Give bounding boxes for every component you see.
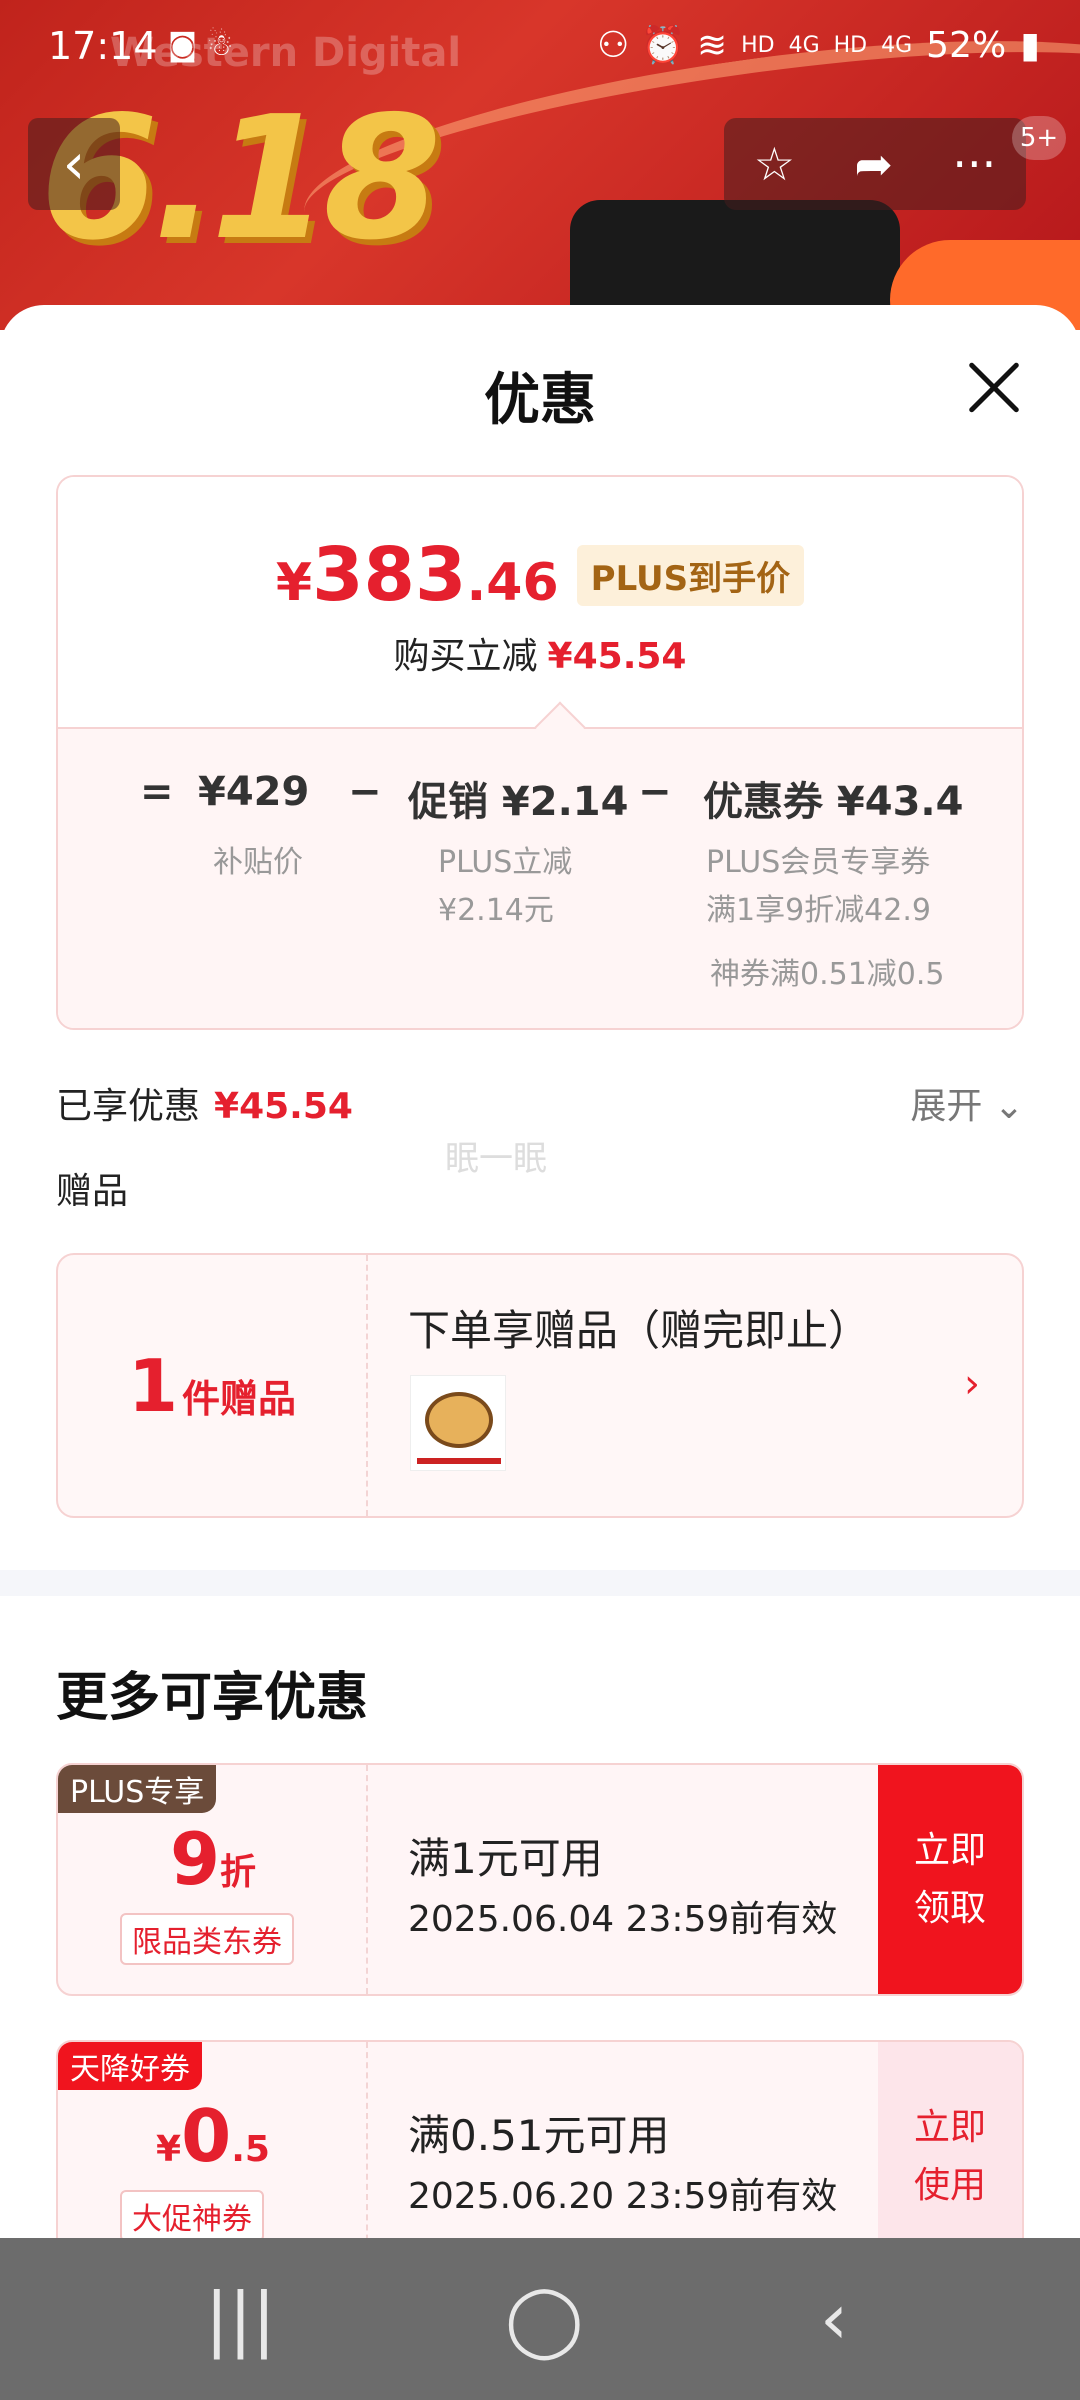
enjoyed-discount-row: 已享优惠 ¥45.54 [56, 1077, 353, 1129]
coupon-tag: PLUS专享 [58, 1765, 217, 1813]
header-actions: ☆ ➦ ··· [724, 118, 1026, 210]
favorite-star-icon[interactable]: ☆ [754, 137, 795, 191]
gift-count: 1 件赠品 [58, 1255, 368, 1516]
coupon-card: PLUS专享 9折 限品类东券 满1元可用 2025.06.04 23:59前有… [56, 1763, 1024, 1996]
minus-sign: − [348, 769, 382, 815]
price-summary: ¥383.46 PLUS到手价 购买立减 ¥45.54 [58, 477, 1022, 727]
price-breakdown-card: ¥383.46 PLUS到手价 购买立减 ¥45.54 = ¥429 − 促销 ¥… [56, 475, 1024, 1030]
gift-title: 下单享赠品（赠完即止） [408, 1306, 871, 1355]
promo-label: PLUS立减 [438, 845, 573, 880]
saving-label: 购买立减 [393, 636, 538, 677]
system-nav-bar: ||| ◯ ‹ [0, 2238, 1080, 2400]
gift-count-label: 件赠品 [182, 1377, 297, 1421]
more-offers-title: 更多可享优惠 [56, 1668, 369, 1728]
enjoyed-label: 已享优惠 [56, 1086, 201, 1127]
recents-icon[interactable]: ||| [205, 2278, 276, 2360]
enjoyed-value: ¥45.54 [214, 1086, 353, 1127]
coupon-scope: 限品类东券 [120, 1913, 294, 1965]
price-currency: ¥ [275, 553, 313, 613]
coupon-value-big: 9 [169, 1817, 221, 1901]
claim-coupon-button[interactable]: 立即 领取 [878, 1765, 1022, 1994]
price-integer: 383 [312, 532, 467, 618]
total-saving-row: 购买立减 ¥45.54 [58, 627, 1022, 679]
button-line-1: 立即 [913, 2106, 986, 2148]
status-bar: 17:14 ◙ ☃ ⚇ ⏰ ≋ HD 4G HD 4G 52% ▮ [0, 0, 1080, 100]
button-line-2: 领取 [913, 1887, 986, 1929]
price-decimal: .46 [466, 553, 559, 613]
back-button[interactable]: ‹ [28, 118, 120, 210]
status-right-group: ⚇ ⏰ ≋ HD 4G HD 4G 52% ▮ [596, 24, 1040, 67]
chevron-right-icon: › [964, 1361, 980, 1407]
use-coupon-button[interactable]: 立即 使用 [878, 2042, 1022, 2271]
coupon-value-small: .5 [231, 2129, 270, 2170]
gift-thumbnail [410, 1375, 506, 1471]
base-price: ¥429 [198, 769, 310, 815]
section-divider [0, 1570, 1080, 1596]
coupon-value-area: PLUS专享 9折 限品类东券 [58, 1765, 368, 1994]
more-icon[interactable]: ··· [952, 137, 996, 191]
signal-icon-2: 4G [881, 32, 913, 58]
price-formula: = ¥429 − 促销 ¥2.14 − 优惠券 ¥43.4 补贴价 PLUS立减… [58, 727, 1022, 1028]
hd-icon: HD [741, 32, 775, 58]
final-price: ¥383.46 [276, 532, 559, 618]
coupon-expiry: 2025.06.20 23:59前有效 [408, 2176, 838, 2217]
coupon-amount: 优惠券 ¥43.4 [703, 779, 964, 825]
button-line-1: 立即 [913, 1829, 986, 1871]
notification-icons: ◙ ☃ [168, 28, 234, 63]
signal-icon: 4G [788, 32, 820, 58]
expand-toggle[interactable]: 展开 ⌄ [910, 1077, 1024, 1129]
promo-amount: 促销 ¥2.14 [408, 779, 629, 825]
button-line-2: 使用 [913, 2164, 986, 2206]
hd-icon-2: HD [833, 32, 868, 58]
home-icon[interactable]: ◯ [505, 2278, 583, 2360]
coupon-value-big: 0 [181, 2094, 232, 2178]
chevron-left-icon: ‹ [62, 131, 86, 197]
status-time: 17:14 [48, 24, 158, 68]
close-icon[interactable] [964, 357, 1024, 417]
coupon-value-small: 折 [220, 1852, 257, 1893]
coupon-scope: 大促神券 [120, 2190, 264, 2242]
coupon-expiry: 2025.06.04 23:59前有效 [408, 1899, 838, 1940]
gift-section-title: 赠品 [56, 1171, 129, 1212]
coupon-condition: 满1元可用 [408, 1834, 603, 1883]
minus-sign-2: − [638, 769, 672, 815]
coupon-detail-2: 神券满0.51减0.5 [710, 957, 945, 992]
coupon-label: PLUS会员专享券 [706, 845, 931, 880]
base-price-label: 补贴价 [213, 845, 303, 880]
gift-seal-image [425, 1392, 493, 1448]
final-price-row: ¥383.46 PLUS到手价 [58, 532, 1022, 618]
saving-value: ¥45.54 [547, 636, 687, 677]
gift-card[interactable]: 1 件赠品 下单享赠品（赠完即止） › [56, 1253, 1024, 1518]
coupon-value-prefix: ¥ [156, 2129, 182, 2170]
coupon-condition: 满0.51元可用 [408, 2111, 670, 2160]
gift-caption-bar [417, 1458, 501, 1464]
gift-count-number: 1 [127, 1343, 179, 1428]
watermark-text: 眠一眠 [445, 1139, 547, 1179]
discount-sheet: 优惠 ¥383.46 PLUS到手价 购买立减 ¥45.54 = ¥429 − 促… [0, 305, 1080, 2400]
plus-price-tag: PLUS到手价 [576, 544, 805, 606]
coupon-value-area: 天降好券 ¥0.5 大促神券 [58, 2042, 368, 2271]
coupon-tag: 天降好券 [58, 2042, 202, 2090]
status-icons: ⚇ ⏰ ≋ [596, 25, 728, 66]
sheet-title: 优惠 [484, 368, 596, 433]
equals-sign: = [140, 769, 174, 815]
coupon-detail: 满1享9折减42.9 [706, 893, 931, 928]
message-count-badge: 5+ [1012, 116, 1066, 160]
back-icon[interactable]: ‹ [820, 2278, 848, 2360]
coupon-value: 9折 [58, 1817, 368, 1901]
promo-detail: ¥2.14元 [438, 893, 554, 928]
battery-icon: ▮ [1020, 24, 1040, 66]
coupon-value: ¥0.5 [58, 2094, 368, 2178]
share-icon[interactable]: ➦ [854, 137, 893, 191]
battery-level: 52% [926, 24, 1007, 66]
